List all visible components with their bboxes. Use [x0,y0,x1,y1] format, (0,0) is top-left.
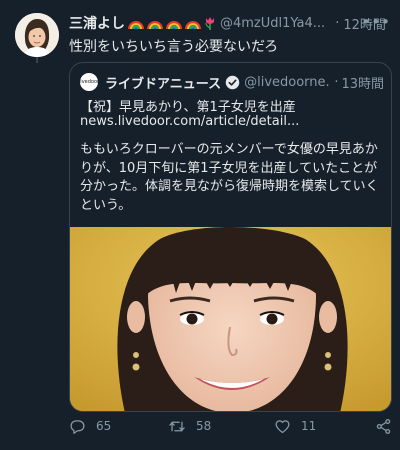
verified-badge-icon [225,75,240,90]
separator-dot: · [335,15,340,31]
quote-handle[interactable]: @livedoorne... [244,75,331,90]
quote-display-name[interactable]: ライブドアニュース [105,73,221,92]
quote-header: livedoor ライブドアニュース @livedoorne... · 13時間 [80,70,384,94]
quote-separator-dot: · [334,74,339,90]
share-button[interactable] [375,416,392,436]
like-button[interactable]: 11 [274,416,316,436]
quote-timestamp[interactable]: 13時間 [341,73,384,92]
rainbow-icon [128,21,144,30]
quote-tweet-card[interactable]: livedoor ライブドアニュース @livedoorne... · 13時間… [69,62,392,412]
tweet-header: 三浦よし @4mzUdl1Ya4... · 12時間 ••• [69,12,391,34]
more-dots-icon[interactable]: ••• [361,13,391,31]
quote-title: 【祝】早見あかり、第1子女児を出産 [80,100,296,115]
rainbow-icon [147,21,163,30]
heart-icon [275,419,290,433]
reply-icon [70,419,85,434]
like-count: 11 [301,419,317,433]
retweet-icon [169,421,185,431]
quote-photo[interactable] [70,227,391,411]
quote-link[interactable]: news.livedoor.com/article/detail... [80,114,299,129]
user-handle[interactable]: @4mzUdl1Ya4... [220,16,325,31]
tweet-actions: 65 58 11 [69,416,392,438]
tweet[interactable]: 三浦よし @4mzUdl1Ya4... · 12時間 ••• 性別をいちいち言う… [0,0,400,450]
share-icon [376,418,391,434]
avatar[interactable] [15,13,59,57]
woman-portrait-image [70,227,391,411]
tulip-icon [205,17,214,30]
rainbow-icon [185,21,201,30]
reply-count: 65 [96,419,112,433]
quote-body: ももいろクローバーの元メンバーで女優の早見あかりが、10月下旬に第1子女児を出産… [80,142,379,213]
rainbow-icon [166,21,182,30]
thread-line [36,57,38,63]
avatar-image [15,13,59,57]
retweet-button[interactable]: 58 [168,416,211,436]
retweet-count: 58 [196,419,212,433]
reply-button[interactable]: 65 [69,416,111,436]
name-emojis [127,15,217,31]
tweet-text: 性別をいちいち言う必要ないだろ [69,39,279,55]
display-name[interactable]: 三浦よし [69,13,125,33]
quote-avatar[interactable]: livedoor [80,73,99,91]
